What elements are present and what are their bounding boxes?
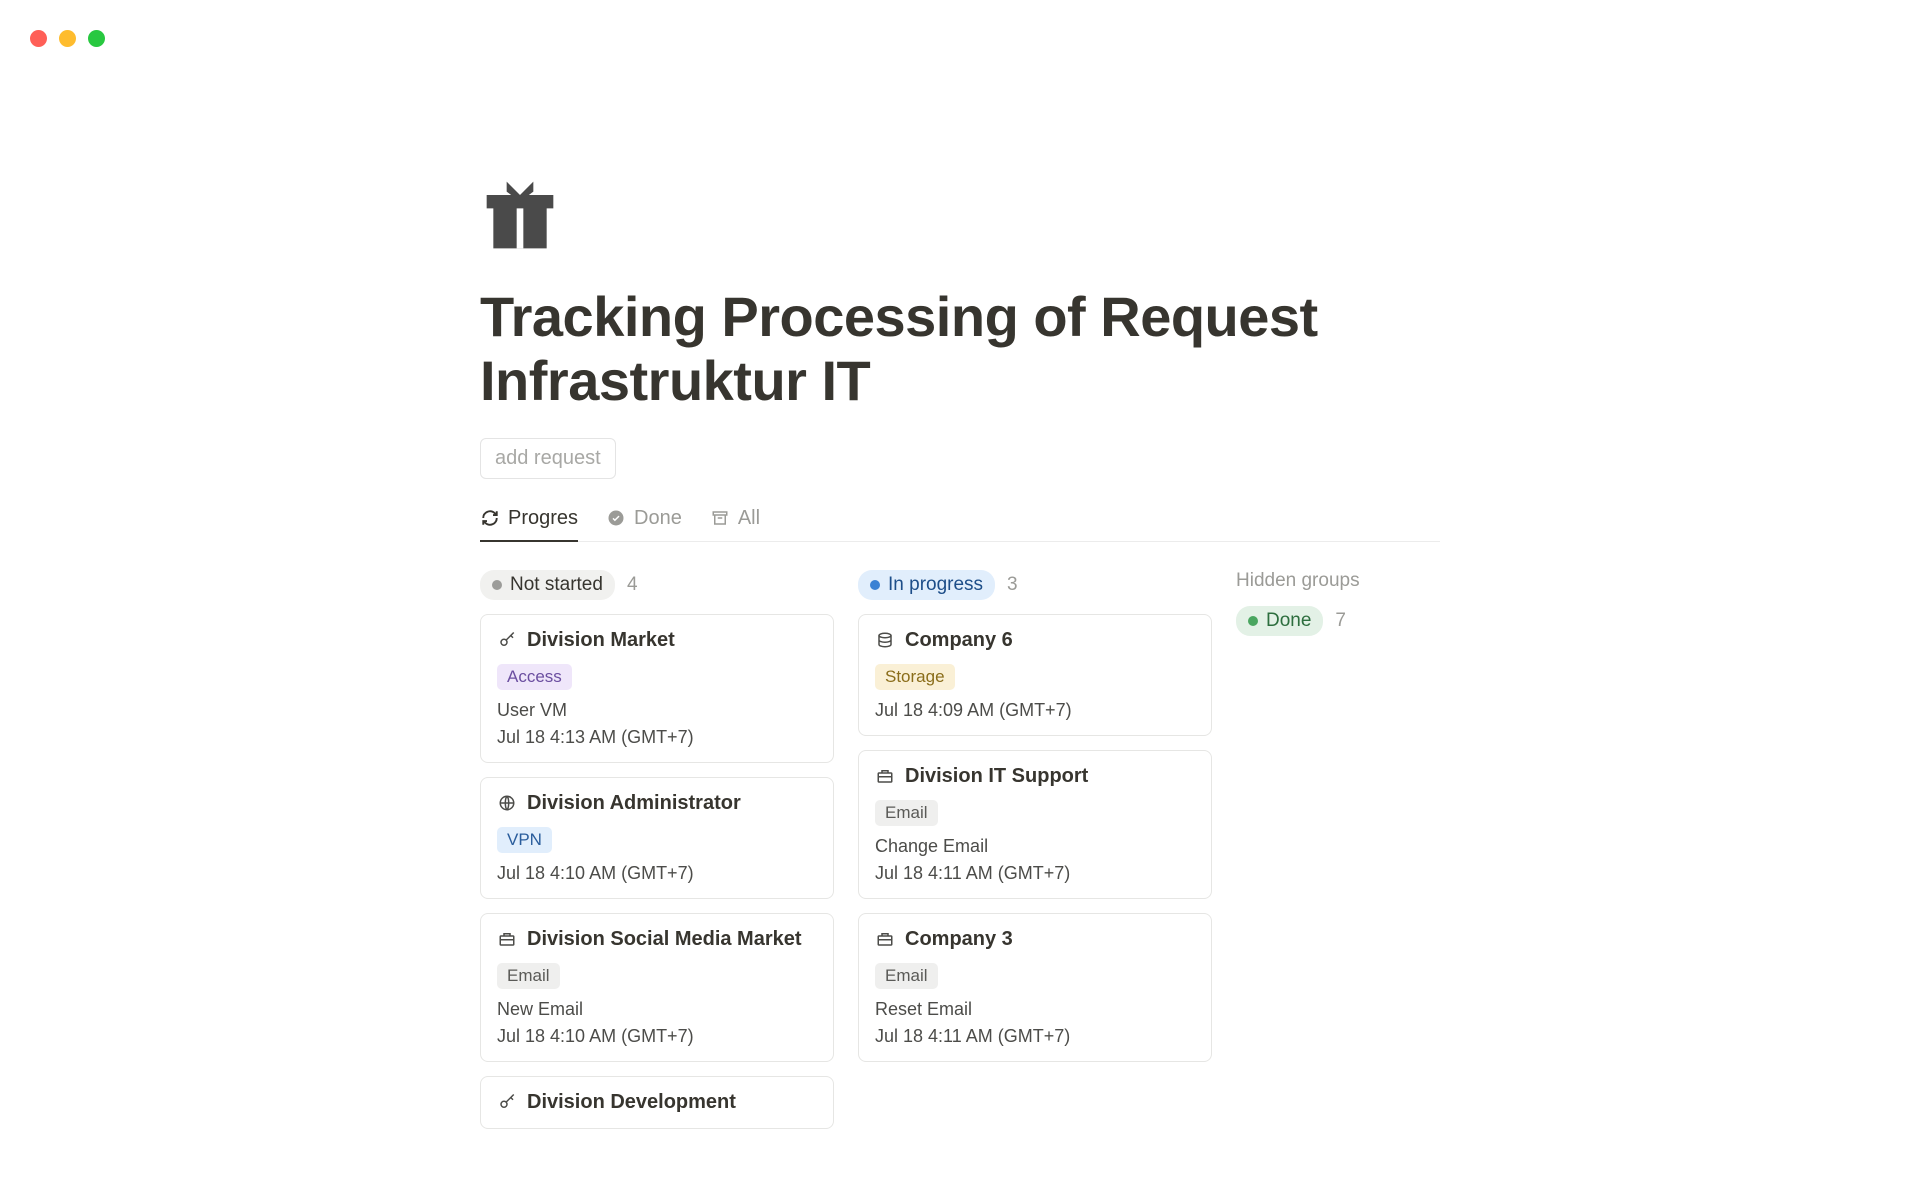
check-circle-icon <box>606 508 626 528</box>
card-description: User VM <box>497 700 817 721</box>
card-description: New Email <box>497 999 817 1020</box>
column-in-progress: In progress 3 Company 6 Storage Jul 18 4… <box>858 570 1212 1076</box>
card-title: Division Social Media Market <box>527 928 802 951</box>
tag-email: Email <box>497 963 560 989</box>
card-date: Jul 18 4:11 AM (GMT+7) <box>875 863 1195 884</box>
card-title: Company 6 <box>905 629 1013 652</box>
column-count: 4 <box>627 574 638 596</box>
briefcase-icon <box>497 929 517 949</box>
card-division-it-support[interactable]: Division IT Support Email Change Email J… <box>858 750 1212 899</box>
card-company-3[interactable]: Company 3 Email Reset Email Jul 18 4:11 … <box>858 913 1212 1062</box>
briefcase-icon <box>875 929 895 949</box>
kanban-board: Not started 4 Division Market Access Use… <box>480 570 1440 1129</box>
card-date: Jul 18 4:11 AM (GMT+7) <box>875 1026 1195 1047</box>
window-traffic-lights <box>30 30 105 47</box>
card-title: Company 3 <box>905 928 1013 951</box>
tag-vpn: VPN <box>497 827 552 853</box>
hidden-group-count: 7 <box>1335 610 1346 632</box>
hidden-groups-label: Hidden groups <box>1236 570 1436 592</box>
tag-email: Email <box>875 800 938 826</box>
card-date: Jul 18 4:09 AM (GMT+7) <box>875 700 1195 721</box>
tag-access: Access <box>497 664 572 690</box>
status-dot-icon <box>870 580 880 590</box>
maximize-window-button[interactable] <box>88 30 105 47</box>
column-label: In progress <box>888 574 983 596</box>
tab-progres[interactable]: Progres <box>480 507 578 542</box>
page-icon-gift <box>480 175 560 255</box>
refresh-icon <box>480 508 500 528</box>
card-division-development[interactable]: Division Development <box>480 1076 834 1129</box>
card-company-6[interactable]: Company 6 Storage Jul 18 4:09 AM (GMT+7) <box>858 614 1212 736</box>
card-description: Change Email <box>875 836 1195 857</box>
archive-icon <box>710 508 730 528</box>
tag-email: Email <box>875 963 938 989</box>
add-request-button[interactable]: add request <box>480 438 616 479</box>
card-title: Division Market <box>527 629 675 652</box>
minimize-window-button[interactable] <box>59 30 76 47</box>
card-title: Division IT Support <box>905 765 1088 788</box>
database-icon <box>875 630 895 650</box>
hidden-group-label: Done <box>1266 610 1311 632</box>
card-division-social-media-market[interactable]: Division Social Media Market Email New E… <box>480 913 834 1062</box>
column-label: Not started <box>510 574 603 596</box>
view-tabs: Progres Done All <box>480 507 1440 542</box>
status-dot-icon <box>1248 616 1258 626</box>
close-window-button[interactable] <box>30 30 47 47</box>
card-description: Reset Email <box>875 999 1195 1020</box>
column-hidden-groups: Hidden groups Done 7 <box>1236 570 1436 636</box>
card-date: Jul 18 4:13 AM (GMT+7) <box>497 727 817 748</box>
globe-icon <box>497 793 517 813</box>
tab-done[interactable]: Done <box>606 507 682 542</box>
tab-all[interactable]: All <box>710 507 760 542</box>
column-not-started: Not started 4 Division Market Access Use… <box>480 570 834 1129</box>
tag-storage: Storage <box>875 664 955 690</box>
page-title: Tracking Processing of Request Infrastru… <box>480 285 1440 414</box>
tab-label: Done <box>634 507 682 530</box>
status-dot-icon <box>492 580 502 590</box>
hidden-group-done[interactable]: Done 7 <box>1236 606 1436 636</box>
column-header[interactable]: Not started 4 <box>480 570 834 600</box>
column-header[interactable]: In progress 3 <box>858 570 1212 600</box>
tab-label: Progres <box>508 507 578 530</box>
key-icon <box>497 1092 517 1112</box>
card-title: Division Development <box>527 1091 736 1114</box>
card-date: Jul 18 4:10 AM (GMT+7) <box>497 863 817 884</box>
card-division-market[interactable]: Division Market Access User VM Jul 18 4:… <box>480 614 834 763</box>
tab-label: All <box>738 507 760 530</box>
card-date: Jul 18 4:10 AM (GMT+7) <box>497 1026 817 1047</box>
column-count: 3 <box>1007 574 1018 596</box>
card-title: Division Administrator <box>527 792 741 815</box>
key-icon <box>497 630 517 650</box>
briefcase-icon <box>875 766 895 786</box>
card-division-administrator[interactable]: Division Administrator VPN Jul 18 4:10 A… <box>480 777 834 899</box>
